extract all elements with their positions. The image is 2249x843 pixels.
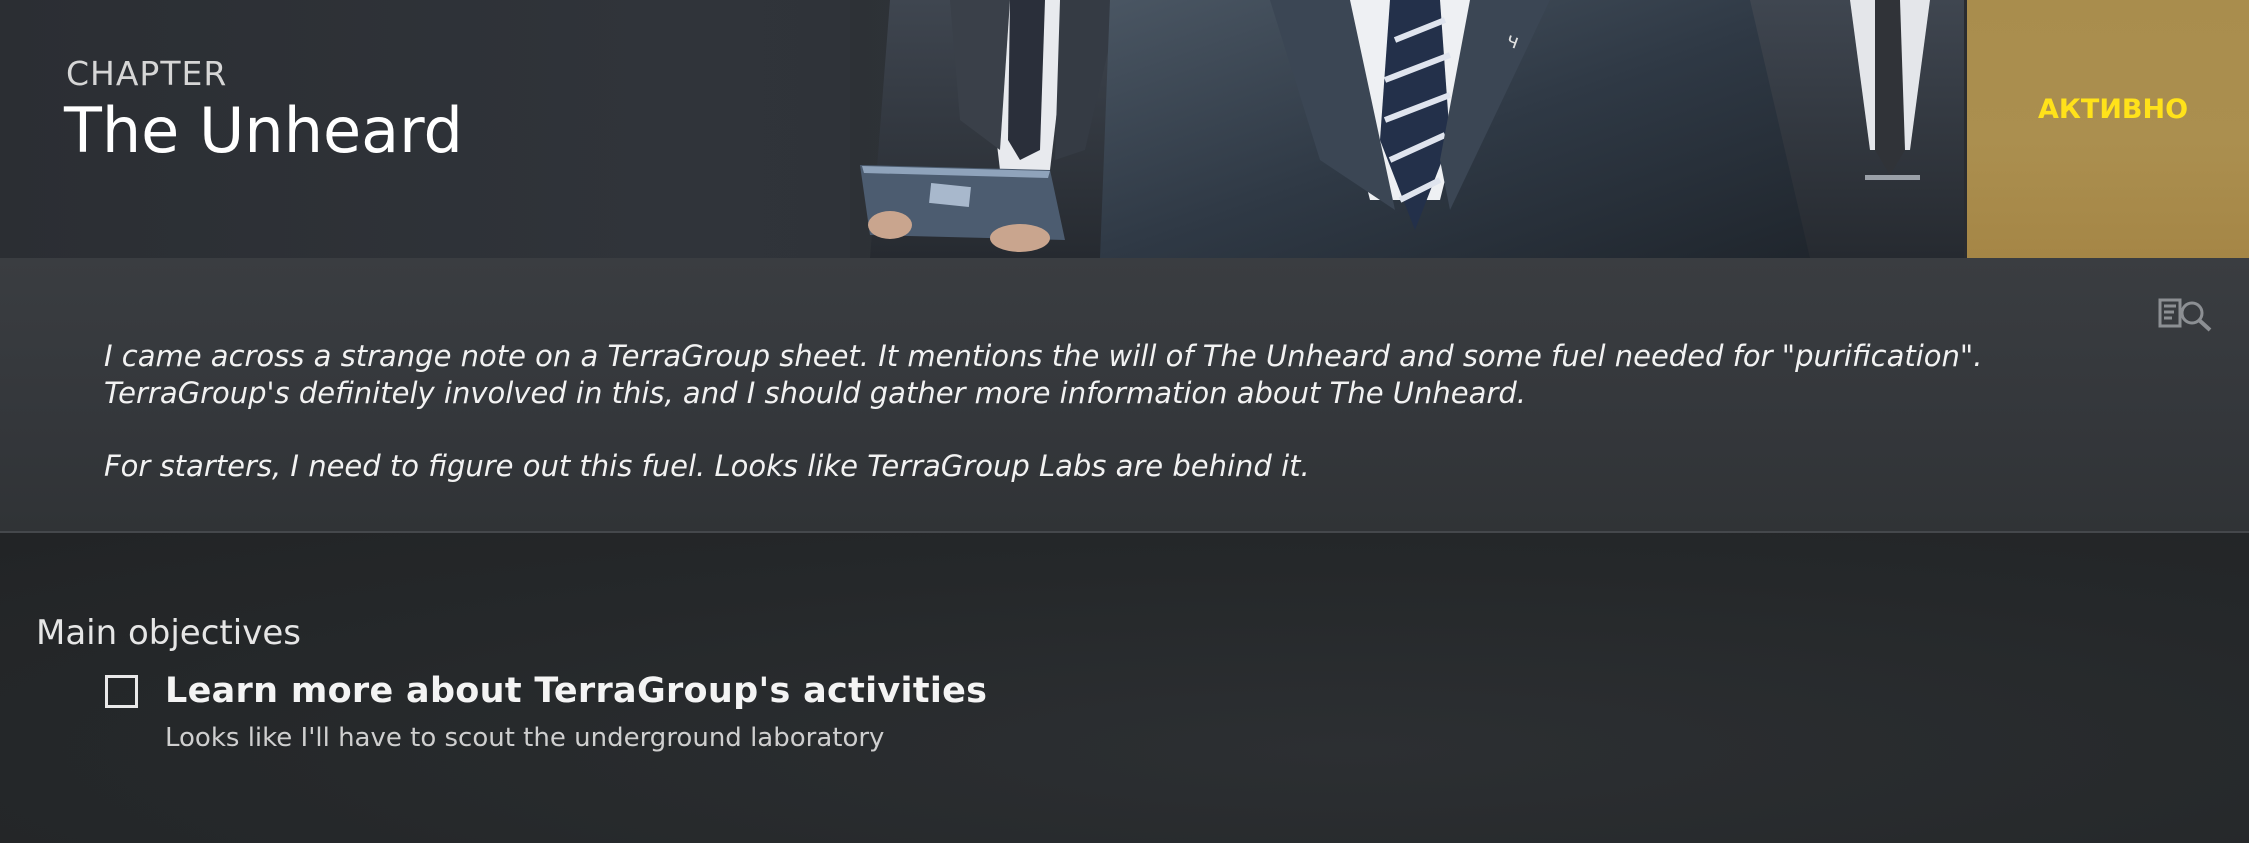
objective-checkbox[interactable] <box>105 675 138 708</box>
chapter-description: I came across a strange note on a TerraG… <box>0 258 2249 533</box>
objectives-heading: Main objectives <box>36 613 301 653</box>
banner-image: ч <box>850 0 1965 258</box>
objective-title: Learn more about TerraGroup's activities <box>165 671 988 711</box>
chapter-header: ч CHAPTER The Unheard АКТИВНО <box>0 0 2249 258</box>
objective-subtitle: Looks like I'll have to scout the underg… <box>165 723 885 753</box>
description-text: I came across a strange note on a TerraG… <box>104 338 2084 521</box>
description-paragraph: I came across a strange note on a TerraG… <box>104 339 1983 410</box>
chapter-label: CHAPTER <box>66 54 228 93</box>
status-badge: АКТИВНО <box>2037 93 2189 125</box>
chapter-title: The Unheard <box>64 94 463 167</box>
description-paragraph: For starters, I need to figure out this … <box>104 449 1310 483</box>
status-panel: АКТИВНО <box>1964 0 2249 258</box>
quest-log-search-icon[interactable] <box>2158 294 2214 334</box>
objectives-section: Main objectives Learn more about TerraGr… <box>0 533 2249 843</box>
